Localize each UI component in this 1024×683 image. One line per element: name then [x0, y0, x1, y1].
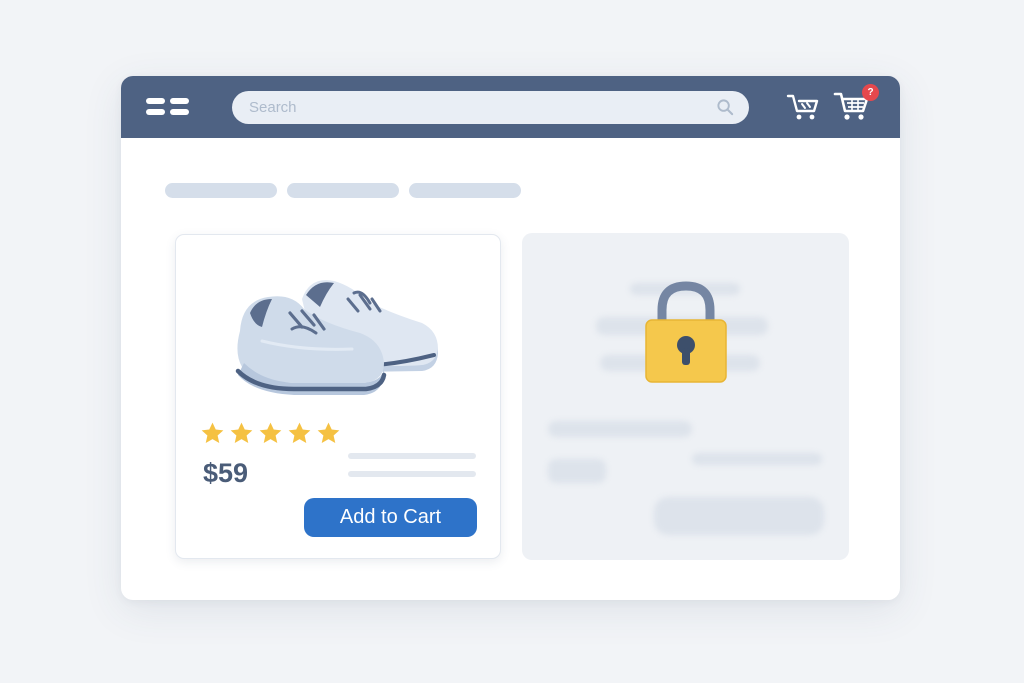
rating-stars [200, 421, 341, 447]
star-icon [288, 422, 311, 443]
breadcrumb-item-placeholder[interactable] [287, 183, 399, 198]
search-icon[interactable] [716, 98, 735, 117]
star-icon [259, 422, 282, 443]
search-bar [232, 91, 749, 124]
star-icon [317, 422, 340, 443]
description-placeholder [348, 471, 476, 477]
star-icon [230, 422, 253, 443]
blurred-content [692, 453, 822, 465]
breadcrumb-item-placeholder[interactable] [165, 183, 277, 198]
description-placeholder [348, 453, 476, 459]
cart-icon[interactable] [786, 92, 820, 122]
breadcrumb-item-placeholder[interactable] [409, 183, 521, 198]
locked-product-card [522, 233, 849, 560]
browser-window: ? $59 Add to [121, 76, 900, 600]
blurred-content [548, 459, 606, 483]
blurred-content [548, 421, 692, 437]
menu-icon[interactable] [146, 95, 192, 119]
sneakers-image [235, 280, 438, 395]
top-navigation-bar: ? [121, 76, 900, 138]
product-card[interactable]: $59 Add to Cart [175, 234, 501, 559]
star-icon [201, 422, 224, 443]
product-price: $59 [203, 458, 249, 488]
lock-icon [645, 281, 727, 383]
add-to-cart-button[interactable]: Add to Cart [304, 498, 477, 537]
cart-count-badge: ? [862, 84, 879, 101]
blurred-content [654, 497, 824, 535]
search-input[interactable] [232, 91, 749, 124]
